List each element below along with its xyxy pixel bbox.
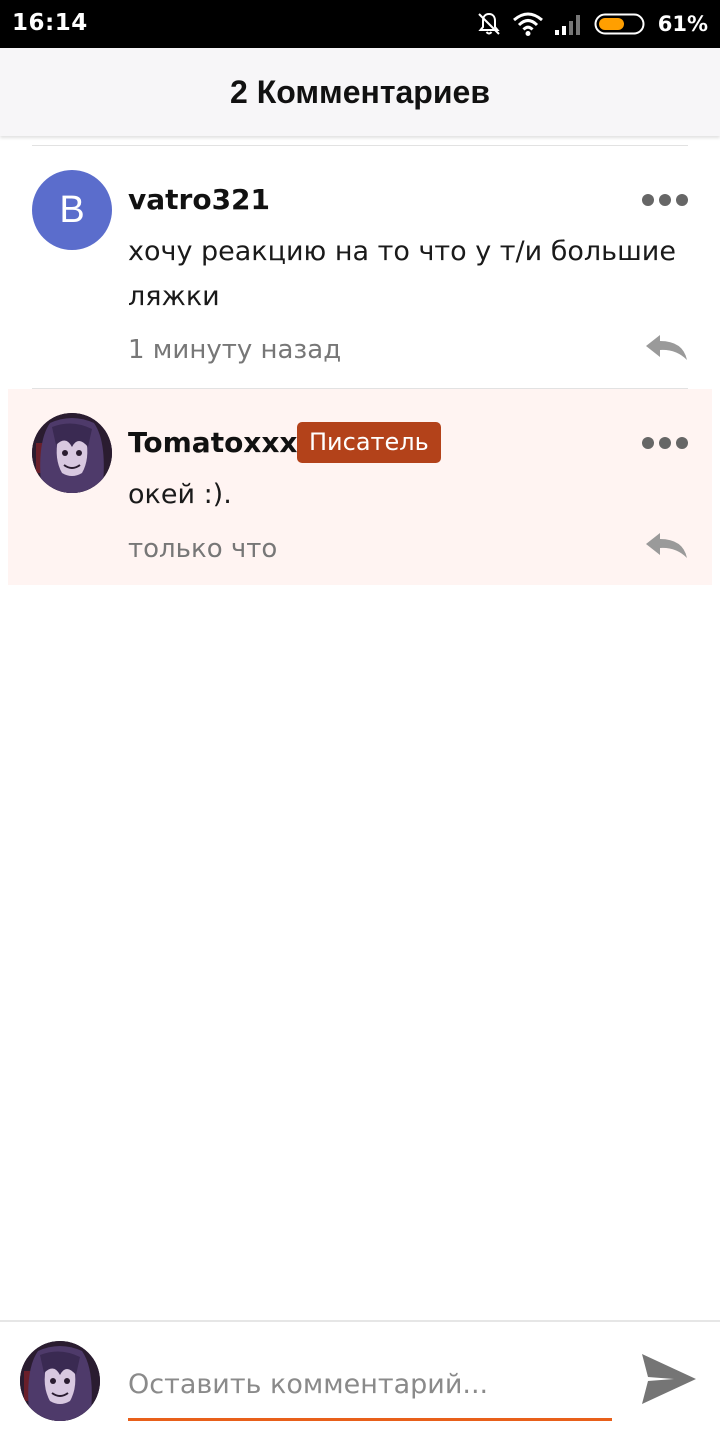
- send-button[interactable]: [640, 1352, 698, 1406]
- more-options-button[interactable]: [642, 435, 688, 451]
- avatar[interactable]: [32, 413, 112, 493]
- comment-username[interactable]: vatro321: [128, 183, 270, 216]
- comment-composer: [0, 1320, 720, 1440]
- comment-timestamp: только что: [128, 534, 278, 564]
- status-icons: 61%: [476, 0, 708, 48]
- reply-button[interactable]: [644, 531, 688, 559]
- user-avatar-image: [32, 413, 112, 493]
- reply-icon: [646, 533, 687, 558]
- signal-icon: [554, 12, 584, 36]
- comment-username[interactable]: Tomatoxxx: [128, 426, 298, 459]
- comment-item: В vatro321 хочу реакцию на то что у т/и …: [0, 146, 720, 388]
- avatar[interactable]: В: [32, 170, 112, 250]
- reply-icon: [646, 335, 687, 360]
- battery-icon: [594, 12, 648, 36]
- status-time: 16:14: [12, 10, 88, 36]
- more-icon: [642, 194, 654, 206]
- more-options-button[interactable]: [642, 192, 688, 208]
- notifications-off-icon: [476, 11, 502, 37]
- input-underline: [128, 1418, 612, 1421]
- author-badge: Писатель: [297, 422, 441, 463]
- send-icon: [642, 1354, 696, 1404]
- avatar: [20, 1341, 100, 1421]
- page-title: 2 Комментариев: [230, 73, 490, 110]
- comment-text: окей :).: [128, 479, 232, 510]
- avatar-letter: В: [59, 188, 85, 231]
- comment-input[interactable]: [128, 1356, 612, 1412]
- wifi-icon: [512, 11, 544, 37]
- more-icon: [642, 437, 654, 449]
- comment-timestamp: 1 минуту назад: [128, 335, 342, 365]
- battery-percent: 61%: [657, 12, 708, 36]
- user-avatar-image: [20, 1341, 100, 1421]
- battery-level-fill: [598, 18, 624, 30]
- comment-text: хочу реакцию на то что у т/и большие ляж…: [128, 236, 676, 312]
- reply-button[interactable]: [644, 333, 688, 361]
- comments-screen: 16:14 61% 2 Комментариев В vatro321 хочу…: [0, 0, 720, 1440]
- comment-item: Tomatoxxx Писатель окей :). только что: [8, 389, 712, 585]
- status-bar: 16:14 61%: [0, 0, 720, 48]
- app-bar: 2 Комментариев: [0, 48, 720, 136]
